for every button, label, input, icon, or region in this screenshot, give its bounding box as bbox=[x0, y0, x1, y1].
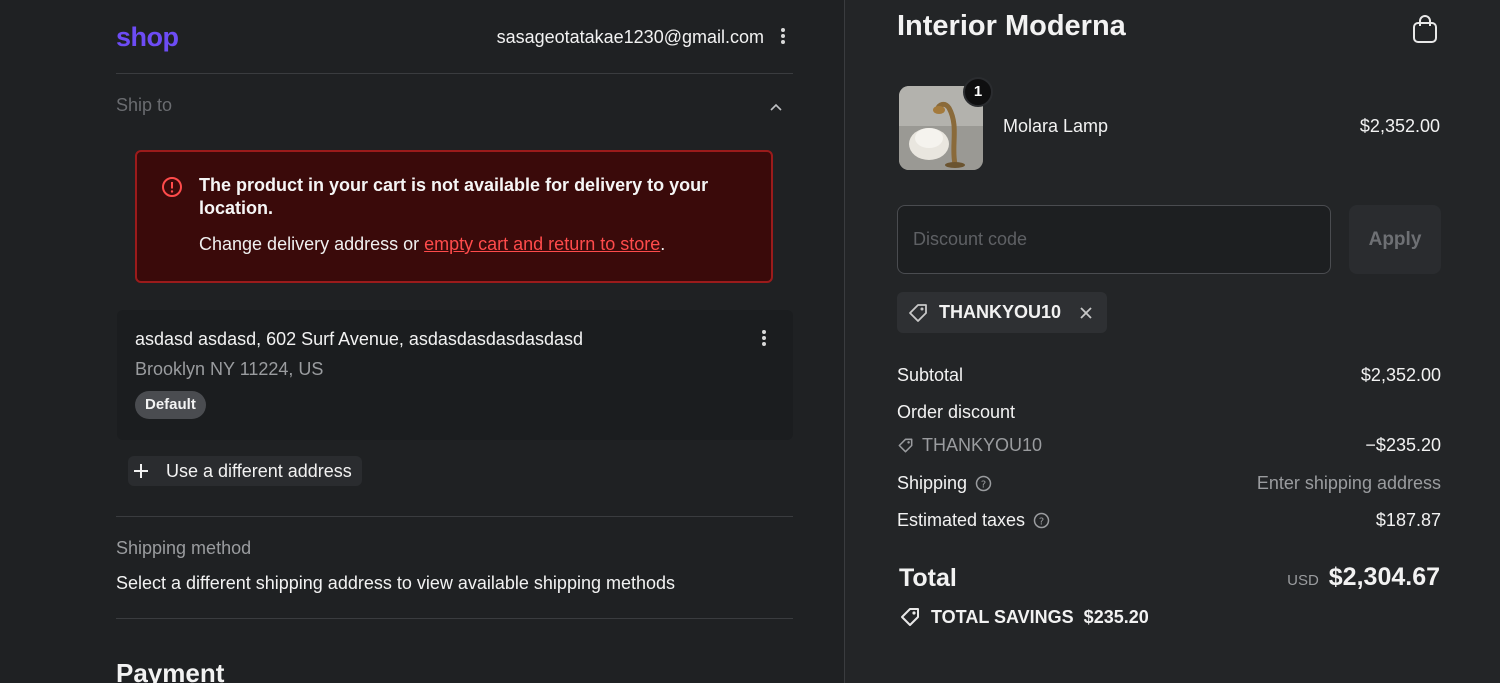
applied-discount-chip: THANKYOU10 bbox=[897, 292, 1108, 333]
divider bbox=[116, 516, 793, 517]
plus-icon bbox=[134, 464, 148, 478]
chevron-up-icon[interactable] bbox=[770, 102, 782, 112]
shopping-bag-icon[interactable] bbox=[1411, 14, 1439, 44]
shop-logo[interactable]: shop bbox=[116, 22, 179, 53]
discount-code-input[interactable] bbox=[897, 205, 1331, 274]
shipping-row: Shipping ? Enter shipping address bbox=[897, 473, 1441, 497]
taxes-label: Estimated taxes bbox=[897, 510, 1026, 530]
total-amount: USD $2,304.67 bbox=[1287, 563, 1440, 592]
address-menu-icon[interactable] bbox=[758, 328, 770, 350]
shipping-method-message: Select a different shipping address to v… bbox=[116, 573, 676, 593]
product-price: $2,352.00 bbox=[1359, 116, 1440, 136]
total-value: $2,304.67 bbox=[1328, 563, 1440, 591]
total-savings-text: TOTAL SAVINGS $235.20 bbox=[931, 606, 1149, 627]
order-discount-code-text: THANKYOU10 bbox=[922, 435, 1043, 455]
apply-discount-button[interactable]: Apply bbox=[1349, 205, 1441, 274]
product-name: Molara Lamp bbox=[1003, 116, 1109, 136]
delivery-error-banner: The product in your cart is not availabl… bbox=[135, 150, 773, 283]
tag-icon bbox=[898, 438, 913, 453]
store-name[interactable]: Interior Moderna bbox=[897, 10, 1126, 43]
ship-to-heading[interactable]: Ship to bbox=[116, 95, 172, 116]
shipping-value: Enter shipping address bbox=[1256, 473, 1441, 493]
svg-text:?: ? bbox=[1039, 517, 1044, 528]
shipping-label-group: Shipping ? bbox=[897, 473, 992, 494]
payment-heading: Payment bbox=[116, 658, 225, 683]
subtotal-label: Subtotal bbox=[897, 365, 964, 385]
quantity-badge: 1 bbox=[963, 77, 993, 107]
taxes-value: $187.87 bbox=[1375, 510, 1441, 530]
help-icon[interactable]: ? bbox=[1033, 512, 1050, 529]
order-discount-value: −$235.20 bbox=[1365, 435, 1441, 455]
subtotal-row: Subtotal $2,352.00 bbox=[897, 365, 1441, 389]
error-message: The product in your cart is not availabl… bbox=[199, 175, 709, 218]
total-label: Total bbox=[899, 564, 957, 592]
use-different-address-label: Use a different address bbox=[166, 460, 352, 481]
help-icon[interactable]: ? bbox=[975, 475, 992, 492]
tag-icon bbox=[909, 303, 927, 322]
shipping-method-heading: Shipping method bbox=[116, 538, 252, 558]
subtotal-value: $2,352.00 bbox=[1360, 365, 1441, 385]
taxes-row: Estimated taxes ? $187.87 bbox=[897, 510, 1441, 534]
divider bbox=[116, 618, 793, 619]
total-currency: USD bbox=[1287, 572, 1319, 589]
address-line1: asdasd asdasd, 602 Surf Avenue, asdasdas… bbox=[135, 329, 583, 349]
use-different-address-button[interactable]: Use a different address bbox=[128, 456, 362, 486]
error-action-prefix: Change delivery address or bbox=[199, 234, 425, 254]
order-discount-code: THANKYOU10 bbox=[897, 435, 1042, 456]
applied-discount-code: THANKYOU10 bbox=[939, 302, 1062, 322]
order-discount-code-row: THANKYOU10 −$235.20 bbox=[897, 435, 1441, 459]
order-discount-label: Order discount bbox=[897, 402, 1016, 422]
error-icon bbox=[162, 177, 182, 197]
remove-discount-icon[interactable] bbox=[1079, 306, 1093, 320]
total-savings: TOTAL SAVINGS $235.20 bbox=[899, 606, 1149, 628]
order-discount-row: Order discount bbox=[897, 402, 1441, 426]
saved-address-card[interactable]: asdasd asdasd, 602 Surf Avenue, asdasdas… bbox=[117, 310, 793, 440]
error-action-suffix: . bbox=[660, 234, 666, 254]
account-menu-icon[interactable] bbox=[777, 26, 789, 50]
order-summary: Interior Moderna 1 Molara Lamp $2,352.00… bbox=[844, 0, 1500, 683]
header: shop sasageotatakae1230@gmail.com bbox=[116, 18, 793, 58]
shipping-label: Shipping bbox=[897, 473, 968, 493]
error-action-text: Change delivery address or empty cart an… bbox=[199, 234, 665, 255]
svg-text:?: ? bbox=[981, 480, 986, 491]
checkout-main: shop sasageotatakae1230@gmail.com Ship t… bbox=[0, 0, 844, 683]
divider bbox=[116, 73, 793, 74]
default-badge: Default bbox=[135, 391, 206, 419]
account-email: sasageotatakae1230@gmail.com bbox=[496, 27, 764, 47]
address-line2: Brooklyn NY 11224, US bbox=[135, 359, 324, 379]
taxes-label-group: Estimated taxes ? bbox=[897, 510, 1050, 531]
savings-tag-icon bbox=[901, 608, 919, 626]
empty-cart-link[interactable]: empty cart and return to store bbox=[424, 234, 660, 254]
